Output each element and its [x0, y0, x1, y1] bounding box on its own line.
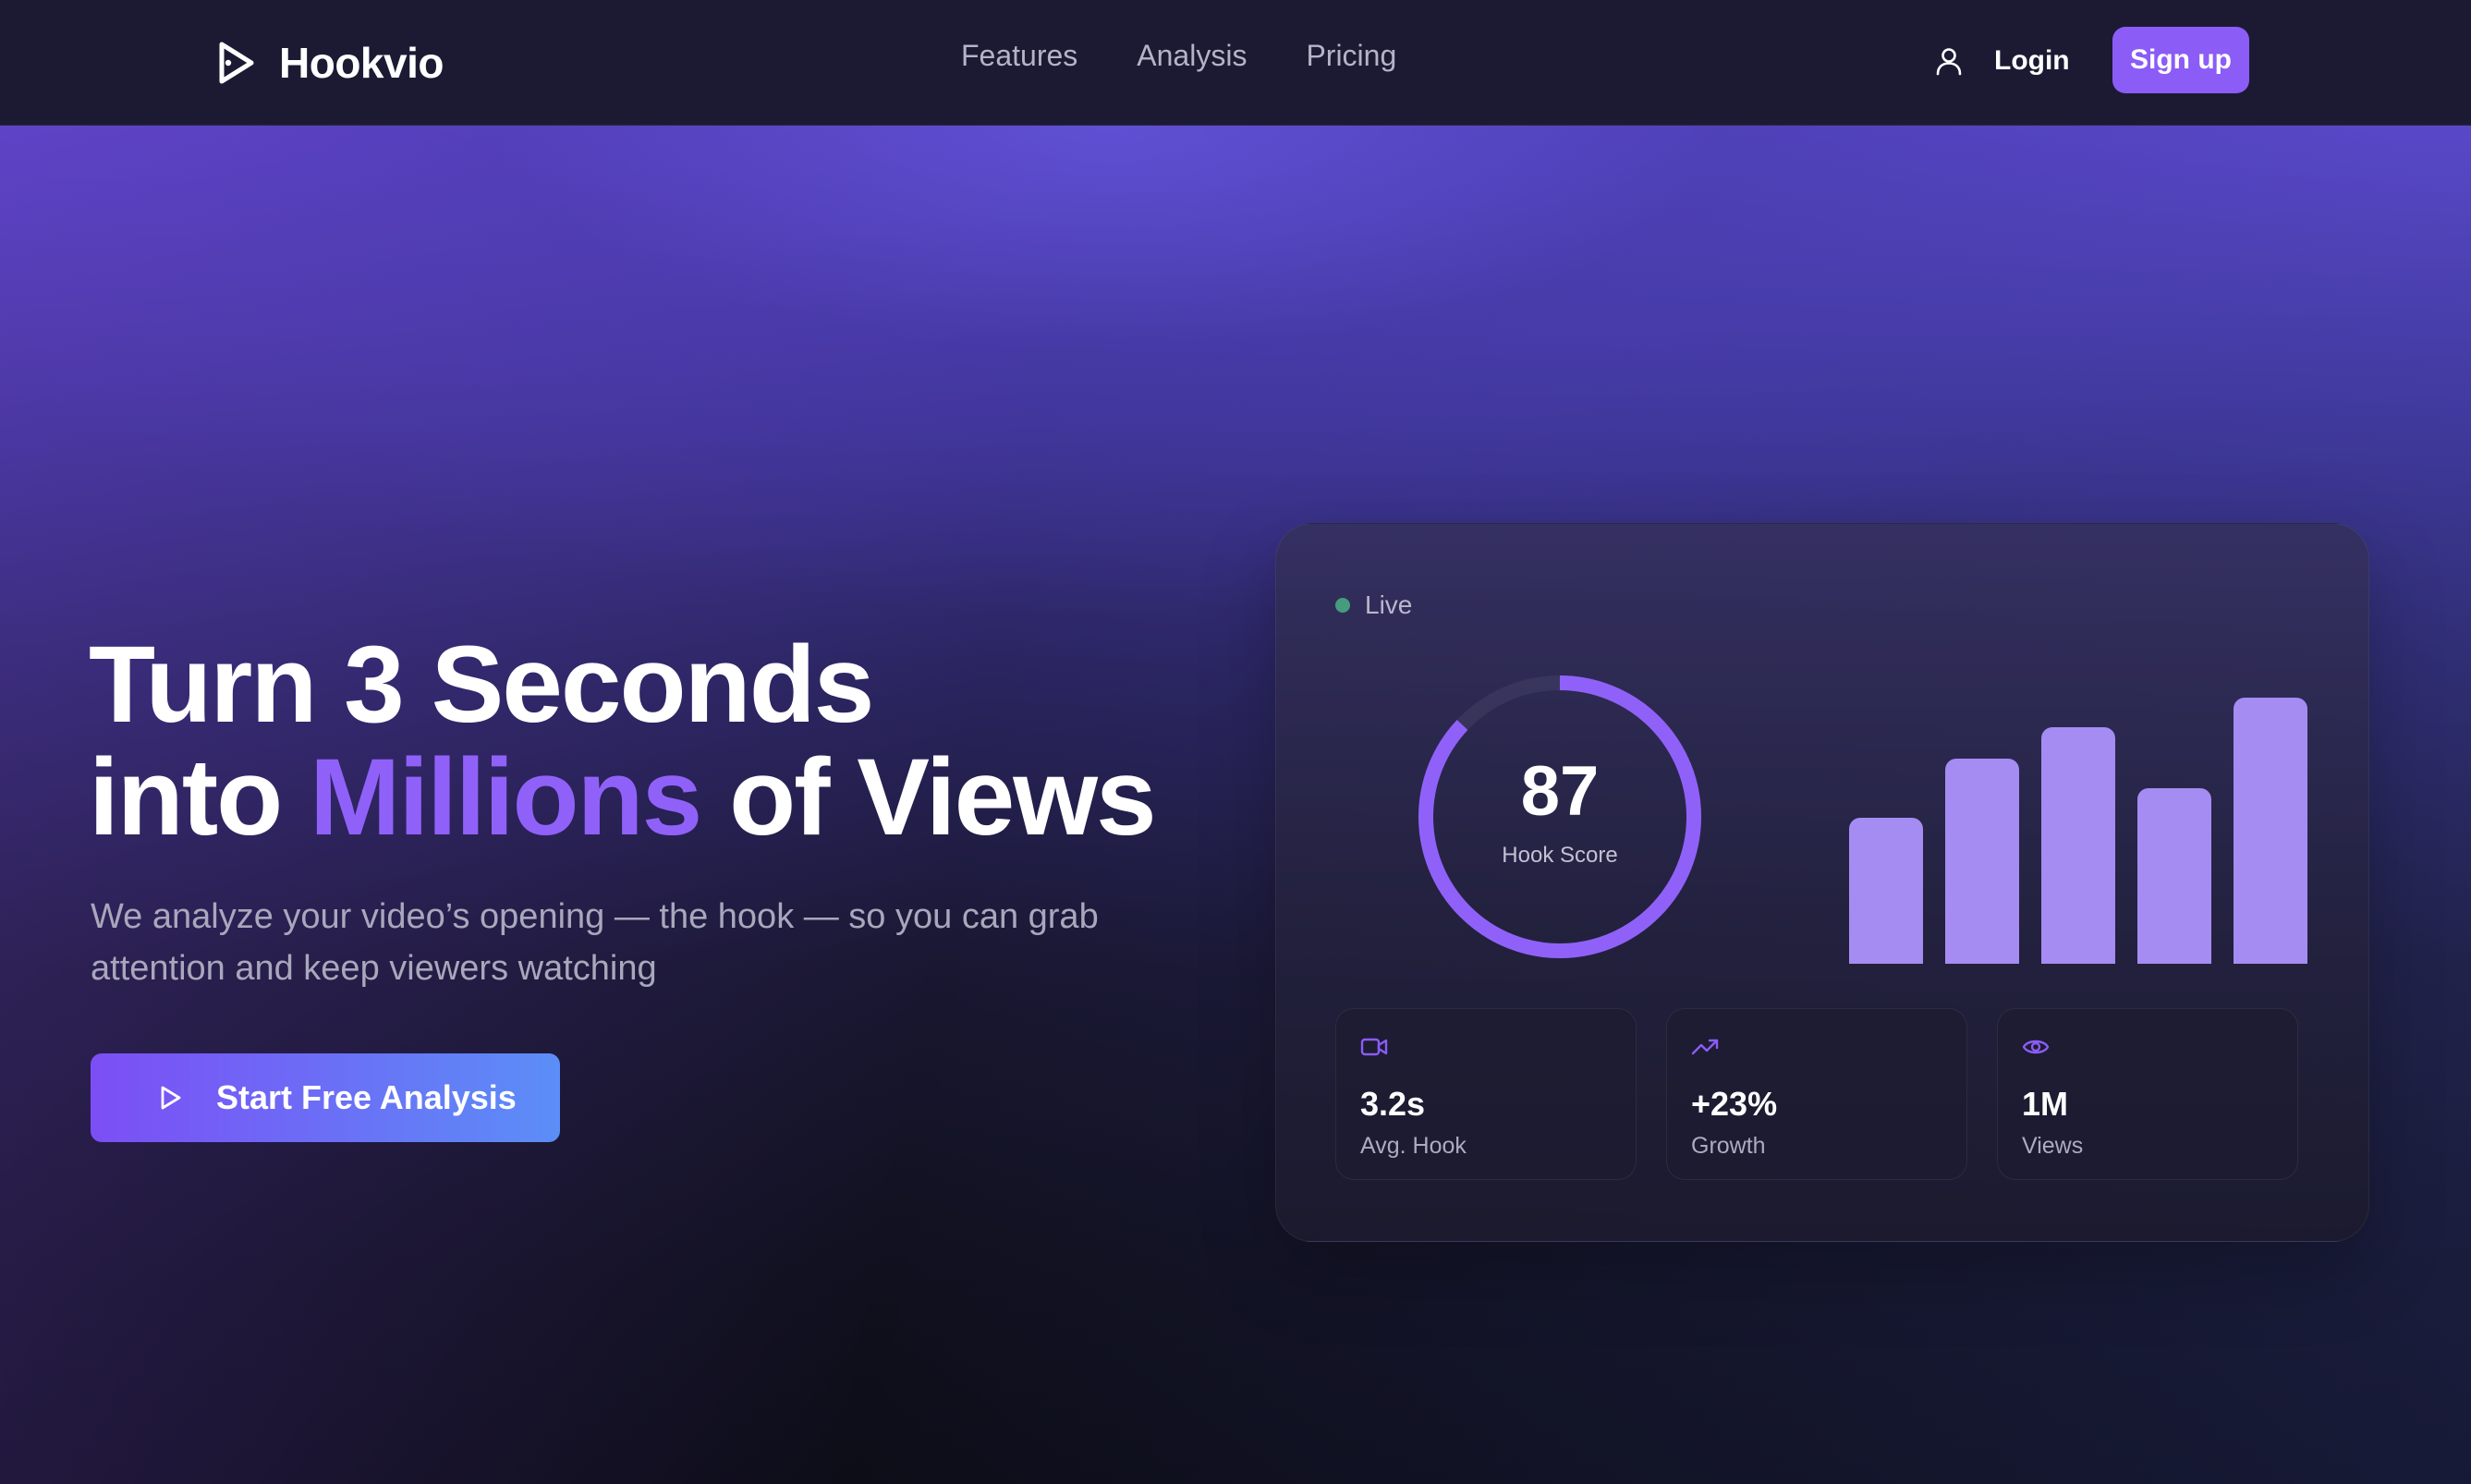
- nav-analysis[interactable]: Analysis: [1137, 39, 1247, 73]
- headline-line1: Turn 3 Seconds: [89, 624, 874, 746]
- hook-bar-1: [1849, 818, 1923, 964]
- stat-label: Avg. Hook: [1360, 1133, 1467, 1159]
- brand-name: Hookvio: [279, 39, 444, 87]
- cta-label: Start Free Analysis: [216, 1078, 517, 1116]
- nav-pricing[interactable]: Pricing: [1306, 39, 1396, 73]
- hook-bar-3: [2041, 727, 2115, 964]
- signup-button[interactable]: Sign up: [2112, 27, 2249, 93]
- video-camera-icon: [1360, 1038, 1388, 1056]
- hook-bars-chart: [1849, 672, 2320, 964]
- stat-card-growth: +23% Growth: [1666, 1008, 1967, 1180]
- hook-score-value: 87: [1520, 752, 1600, 831]
- stats-row: 3.2s Avg. Hook +23% Growth 1M Views: [1335, 1008, 2298, 1180]
- brand-logo[interactable]: Hookvio: [214, 33, 444, 92]
- eye-icon: [2022, 1040, 2050, 1054]
- stat-label: Growth: [1691, 1133, 1766, 1159]
- login-link[interactable]: Login: [1935, 39, 2070, 83]
- hook-bar-2: [1945, 759, 2019, 964]
- main-nav: Features Analysis Pricing: [961, 39, 1396, 73]
- live-indicator: Live: [1335, 590, 1412, 620]
- play-icon: [161, 1086, 181, 1110]
- headline-accent: Millions: [310, 736, 702, 858]
- headline-end: of Views: [729, 736, 1157, 858]
- user-icon: [1936, 48, 1962, 76]
- stat-value: 1M: [2022, 1085, 2069, 1123]
- analytics-dashboard-card: Live 87 Hook Score 3.2s Avg. Hook +23% G…: [1275, 523, 2369, 1242]
- hook-bar-4: [2137, 788, 2211, 964]
- play-logo-icon: [219, 42, 254, 84]
- live-label: Live: [1365, 590, 1413, 619]
- hook-score-label: Hook Score: [1502, 843, 1618, 868]
- stat-card-views: 1M Views: [1997, 1008, 2298, 1180]
- headline-into: into: [89, 736, 283, 858]
- login-label: Login: [1994, 45, 2070, 76]
- stat-label: Views: [2022, 1133, 2084, 1159]
- hero-headline: Turn 3 Seconds into Millions of Views: [89, 628, 1290, 854]
- start-free-analysis-button[interactable]: Start Free Analysis: [91, 1053, 560, 1142]
- trending-up-icon: [1691, 1039, 1719, 1055]
- live-dot-icon: [1335, 598, 1350, 613]
- stat-card-avg-hook: 3.2s Avg. Hook: [1335, 1008, 1637, 1180]
- stat-value: 3.2s: [1360, 1085, 1426, 1123]
- top-navbar: Hookvio Features Analysis Pricing Login …: [0, 0, 2471, 126]
- hook-bar-5: [2234, 698, 2307, 964]
- stat-value: +23%: [1691, 1085, 1778, 1123]
- hero-subtext: We analyze your video’s opening — the ho…: [91, 897, 1099, 988]
- nav-features[interactable]: Features: [961, 39, 1077, 73]
